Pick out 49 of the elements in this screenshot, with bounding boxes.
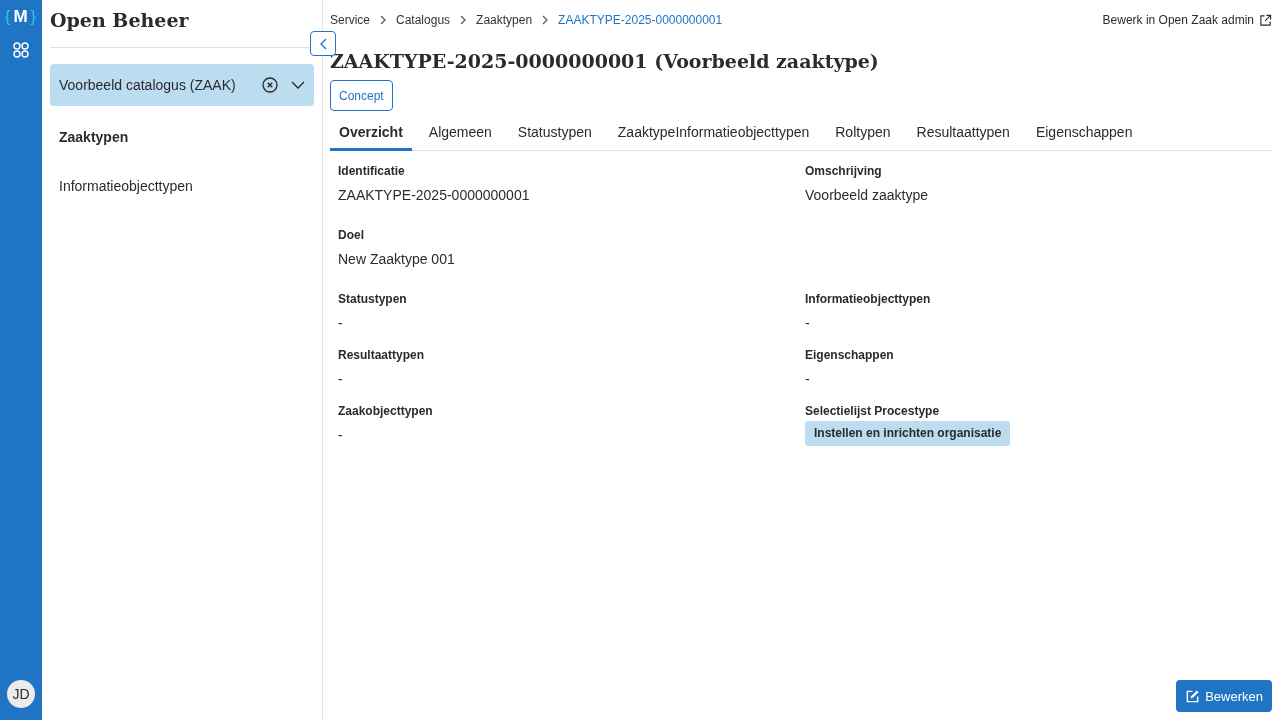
sidebar-item[interactable]: Informatieobjecttypen	[59, 177, 193, 194]
chevron-left-icon	[319, 37, 327, 50]
tab[interactable]: Resultaattypen	[907, 115, 1019, 151]
breadcrumb-link[interactable]: Zaaktypen	[476, 13, 533, 27]
field-label: Resultaattypen	[338, 347, 425, 363]
field-value: -	[805, 314, 810, 333]
status-button[interactable]: Concept	[330, 80, 393, 111]
field-value: New Zaaktype 001	[338, 250, 455, 269]
field-value: -	[338, 314, 343, 333]
chevron-right-icon	[460, 15, 467, 25]
sidebar-title: Open Beheer	[50, 8, 189, 32]
field-label: Zaakobjecttypen	[338, 403, 433, 419]
field-label: Statustypen	[338, 291, 407, 307]
breadcrumb-link[interactable]: Service	[330, 13, 370, 27]
field-value: -	[338, 426, 343, 445]
chevron-right-icon	[542, 15, 549, 25]
field-value: -	[805, 370, 810, 389]
value-tag: Instellen en inrichten organisatie	[805, 421, 1011, 446]
field-label: Eigenschappen	[805, 347, 894, 363]
tab[interactable]: Algemeen	[419, 115, 501, 151]
page-title: ZAAKTYPE-2025-0000000001 (Voorbeeld zaaktype)	[330, 49, 879, 74]
tab[interactable]: Statustypen	[508, 115, 601, 151]
field-label: Doel	[338, 227, 364, 243]
edit-button[interactable]: Bewerken	[1176, 680, 1272, 712]
breadcrumb-link[interactable]: ZAAKTYPE-2025-0000000001	[558, 13, 723, 27]
field-label: Omschrijving	[805, 163, 882, 179]
edit-icon	[1185, 688, 1201, 704]
external-link-icon	[1259, 13, 1272, 27]
field-value: ZAAKTYPE-2025-0000000001	[338, 186, 530, 205]
tab[interactable]: Roltypen	[826, 115, 900, 151]
collapse-sidebar-button[interactable]	[310, 31, 336, 56]
tab[interactable]: Overzicht	[330, 115, 412, 151]
clear-icon[interactable]	[262, 77, 278, 93]
catalog-select[interactable]: Voorbeeld catalogus (ZAAK)	[50, 64, 314, 106]
field-label: Selectielijst Procestype	[805, 403, 940, 419]
field-value: -	[338, 370, 343, 389]
admin-link[interactable]: Bewerk in Open Zaak admin	[1102, 13, 1272, 27]
field-label: Informatieobjecttypen	[805, 291, 931, 307]
apps-grid-icon[interactable]	[13, 42, 29, 58]
chevron-right-icon	[380, 15, 386, 25]
sidebar-item[interactable]: Zaaktypen	[59, 128, 129, 145]
tab[interactable]: Eigenschappen	[1026, 115, 1142, 151]
tab[interactable]: ZaaktypeInformatieobjecttypen	[608, 115, 819, 151]
chevron-down-icon[interactable]	[291, 81, 305, 89]
app-logo[interactable]: {M}	[4, 6, 38, 28]
field-label: Identificatie	[338, 163, 405, 179]
field-value: Voorbeeld zaaktype	[805, 186, 928, 205]
user-avatar-button[interactable]: JD	[7, 680, 35, 708]
breadcrumb-link[interactable]: Catalogus	[396, 13, 451, 27]
